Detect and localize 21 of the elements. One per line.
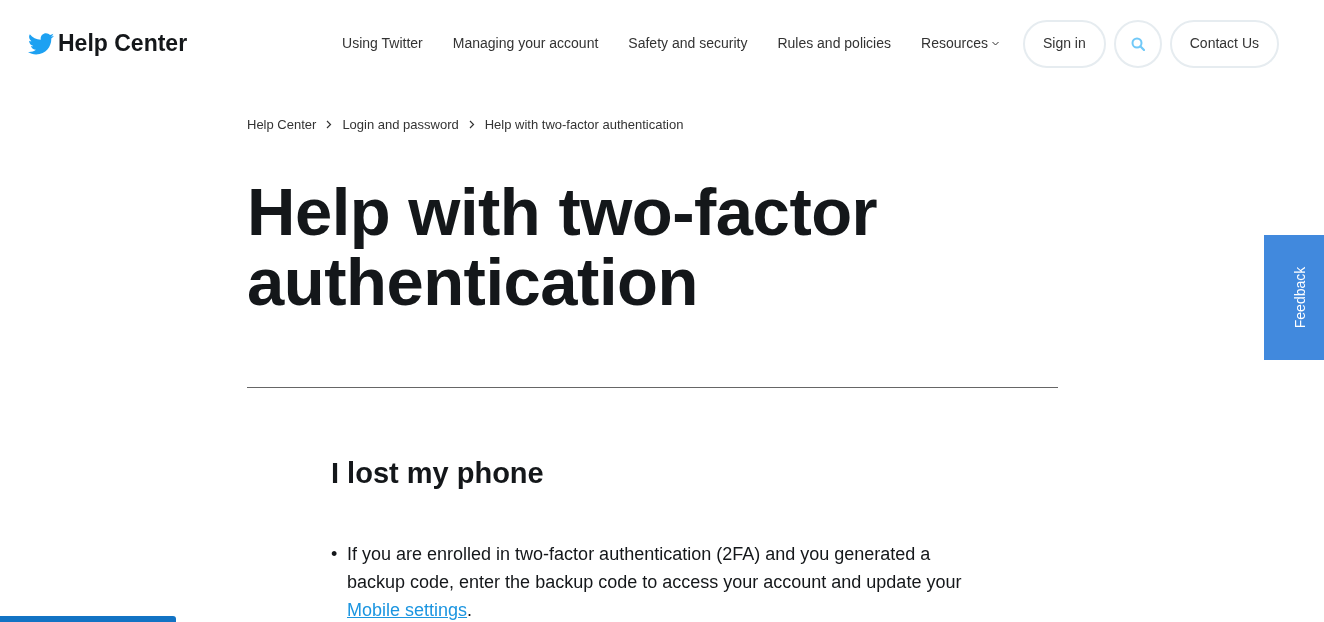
nav-link[interactable]: Using Twitter [342, 33, 423, 54]
sign-in-button[interactable]: Sign in [1022, 19, 1106, 68]
search-icon [1130, 36, 1145, 51]
section-heading: I lost my phone [331, 455, 545, 491]
chevron-icon [326, 120, 333, 130]
breadcrumb-current: Help with two-factor authentication [484, 116, 684, 134]
breadcrumb-link[interactable]: Help Center [247, 115, 317, 135]
feedback-tab[interactable]: Feedback [1264, 235, 1324, 360]
contact-us-button[interactable]: Contact Us [1169, 19, 1279, 68]
bird-icon [28, 32, 54, 55]
home-logo[interactable]: Help Center [28, 26, 188, 61]
breadcrumb-link[interactable]: Login and password [342, 115, 459, 135]
bullet-text: If you are enrolled in two-factor authentication (2FA) and you generated a backup code, enter the backup code to access your account and update your Mobile settings. [347, 543, 963, 622]
page-title: Help with two-factor authentication [247, 176, 879, 317]
bullet-marker: • [331, 543, 339, 567]
nav-link[interactable]: Rules and policies [777, 33, 891, 54]
nav-link[interactable]: Managing your account [452, 33, 599, 54]
nav-dropdown[interactable]: Resources [921, 33, 999, 54]
chevron-icon [468, 120, 475, 130]
nav-link[interactable]: Safety and security [628, 33, 748, 54]
caret-icon [991, 41, 999, 46]
